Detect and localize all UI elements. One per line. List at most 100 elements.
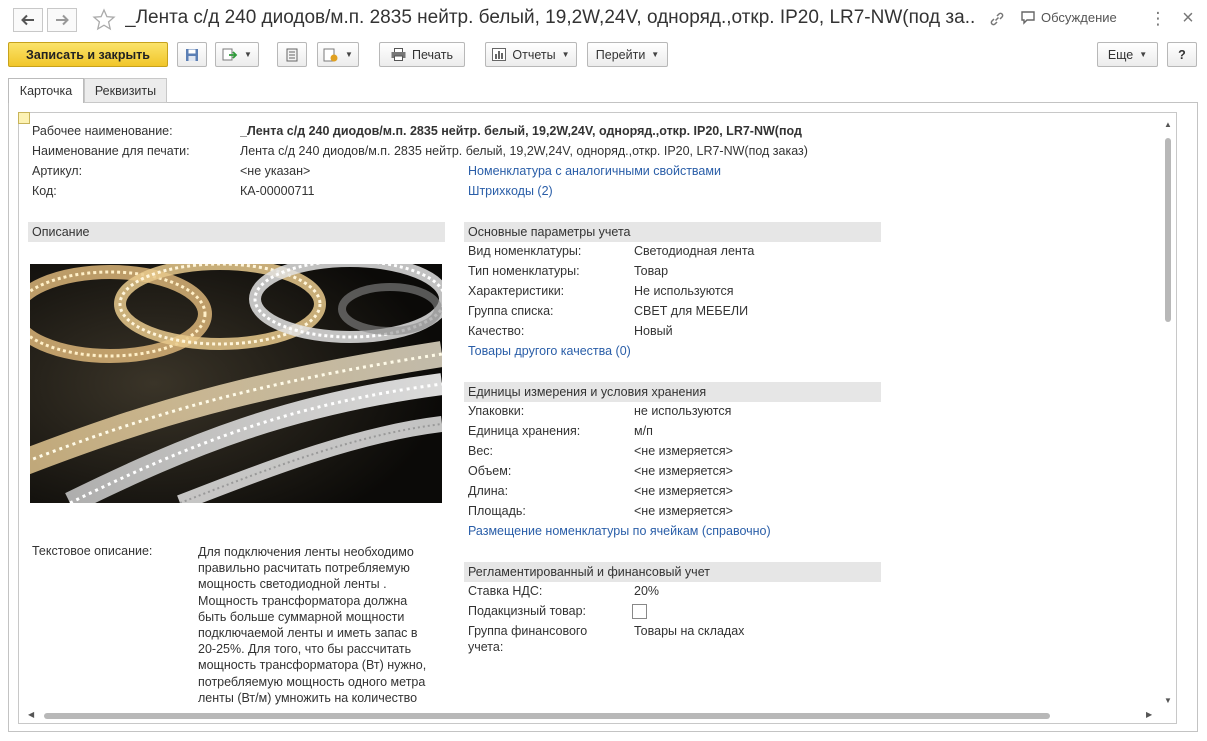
other-quality-goods-link[interactable]: Товары другого качества (0) [468,344,631,358]
list-group-label: Группа списка: [468,304,554,318]
article-value: <не указан> [240,164,311,178]
similar-items-link[interactable]: Номенклатура с аналогичными свойствами [468,164,721,178]
work-name-label: Рабочее наименование: [32,124,173,138]
excise-checkbox[interactable] [632,604,647,619]
packages-label: Упаковки: [468,404,525,418]
chevron-down-icon: ▼ [345,50,353,59]
horizontal-scrollbar[interactable]: ◀ ▶ [28,710,1160,722]
work-name-value: _Лента с/д 240 диодов/м.п. 2835 нейтр. б… [240,124,802,138]
tab-requisites[interactable]: Реквизиты [84,78,167,103]
save-button[interactable] [177,42,207,67]
vertical-scroll-thumb[interactable] [1165,138,1171,322]
goto-button[interactable]: Перейти ▼ [587,42,668,67]
weight-label: Вес: [468,444,494,458]
reports-button[interactable]: Отчеты ▼ [485,42,577,67]
description-section-header: Описание [28,222,445,242]
storage-unit-label: Единица хранения: [468,424,581,438]
area-label: Площадь: [468,504,526,518]
structure-button[interactable] [277,42,307,67]
printer-icon [391,48,406,61]
forward-button[interactable] [47,8,77,32]
more-label: Еще [1107,47,1134,62]
chevron-down-icon: ▼ [561,50,570,59]
barcodes-link[interactable]: Штрихкоды (2) [468,184,553,198]
fin-group-label-line1: Группа финансового [468,624,588,638]
area-value: <не измеряется> [634,504,733,518]
goto-label: Перейти [595,47,646,62]
volume-label: Объем: [468,464,512,478]
more-actions-button[interactable]: Еще ▼ [1097,42,1158,67]
cell-placement-link[interactable]: Размещение номенклатуры по ячейкам (спра… [468,524,771,538]
attachments-button[interactable]: ▼ [317,42,359,67]
corner-marker [18,112,30,124]
length-value: <не измеряется> [634,484,733,498]
description-line: подключаемой ленты и иметь запас в [198,626,418,641]
print-label: Печать [412,47,453,62]
description-line: Мощность трансформатора должна [198,593,408,608]
arrow-right-icon [56,14,69,26]
nomenclature-type-label: Тип номенклатуры: [468,264,580,278]
characteristics-value: Не используются [634,284,734,298]
description-line: мощность трансформатора (Вт) нужно, [198,658,427,673]
nomenclature-kind-value: Светодиодная лента [634,244,755,258]
speech-bubble-icon [1021,11,1035,25]
scroll-up-icon[interactable]: ▲ [1164,120,1172,129]
description-line: правильно расчитать потребляемую [198,561,410,576]
create-based-on-button[interactable]: ▼ [215,42,259,67]
storage-unit-value: м/п [634,424,653,438]
chevron-down-icon: ▼ [244,50,252,59]
list-group-value: СВЕТ для МЕБЕЛИ [634,304,749,318]
scroll-left-icon[interactable]: ◀ [28,710,34,719]
weight-value: <не измеряется> [634,444,733,458]
excise-label: Подакцизный товар: [468,604,587,618]
volume-value: <не измеряется> [634,464,733,478]
vertical-scrollbar[interactable]: ▲ ▼ [1162,120,1174,708]
description-line: потребляемую мощность одного метра [198,674,426,689]
more-menu-icon[interactable]: ⋮ [1150,9,1167,29]
quality-label: Качество: [468,324,525,338]
product-image[interactable] [30,264,442,503]
vat-rate-label: Ставка НДС: [468,584,543,598]
attached-files-icon [323,48,338,61]
create-based-on-icon [222,48,238,60]
reports-label: Отчеты [512,47,556,62]
description-line: ленты (Вт/м) умножить на количество [198,690,418,705]
reports-icon [492,48,507,61]
fin-group-label-line2: учета: [468,640,504,654]
packages-value: не используются [634,404,732,418]
favorite-star-icon[interactable] [92,8,116,35]
finance-section-header: Регламентированный и финансовый учет [464,562,881,582]
print-button[interactable]: Печать [379,42,465,67]
characteristics-label: Характеристики: [468,284,565,298]
code-value: КА-00000711 [240,184,315,198]
units-section-header: Единицы измерения и условия хранения [464,382,881,402]
help-button[interactable]: ? [1167,42,1197,67]
chevron-down-icon: ▼ [651,50,660,59]
floppy-disk-icon [186,48,198,61]
discussion-button[interactable]: Обсуждение [1020,10,1117,25]
horizontal-scroll-thumb[interactable] [44,713,1050,719]
scroll-down-icon[interactable]: ▼ [1164,696,1172,705]
main-params-section-header: Основные параметры учета [464,222,881,242]
scroll-right-icon[interactable]: ▶ [1146,710,1152,719]
document-list-icon [286,48,298,61]
vat-rate-value: 20% [634,584,660,598]
quality-value: Новый [634,324,673,338]
print-name-value: Лента с/д 240 диодов/м.п. 2835 нейтр. бе… [240,144,808,158]
window-title: _Лента с/д 240 диодов/м.п. 2835 нейтр. б… [125,7,977,28]
arrow-left-icon [21,14,34,26]
fin-group-value: Товары на складах [634,624,745,638]
nomenclature-type-value: Товар [634,264,669,278]
discussion-label: Обсуждение [1041,10,1117,25]
length-label: Длина: [468,484,509,498]
led-strip-photo-icon [30,264,442,503]
save-and-close-button[interactable]: Записать и закрыть [8,42,168,67]
description-line: мощность светодиодной ленты . [198,577,387,592]
close-icon[interactable]: × [1178,7,1198,29]
back-button[interactable] [13,8,43,32]
link-icon[interactable] [987,10,1007,28]
tab-card[interactable]: Карточка [8,78,84,103]
article-label: Артикул: [32,164,83,178]
text-description-value[interactable]: Для подключения ленты необходимо правиль… [198,544,448,706]
description-line: 20-25%. Для того, что бы рассчитать [198,642,412,657]
